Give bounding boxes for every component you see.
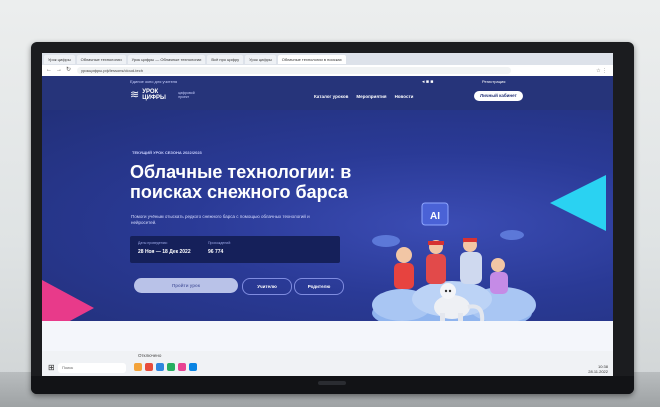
folder-icon[interactable] <box>134 363 142 371</box>
browser-tab[interactable]: Всё про цифру <box>207 54 244 64</box>
cyan-triangle-decoration <box>550 175 606 231</box>
progress-value: 96 774 <box>208 249 224 255</box>
taskbar-search[interactable]: Поиск <box>58 363 126 373</box>
account-button[interactable]: Личный кабинет <box>474 91 523 101</box>
hero-kicker: ТЕКУЩИЙ УРОК СЕЗОНА 2022/2023 <box>132 150 202 155</box>
url-field[interactable]: урокцифры.рф/lessons/cloud-tech <box>77 67 512 74</box>
browser-tab-active[interactable]: Облачные технологии в поисках <box>277 54 346 64</box>
parents-button[interactable]: Родителю <box>294 278 344 295</box>
teachers-button[interactable]: Учителю <box>242 278 292 295</box>
start-lesson-button[interactable]: Пройти урок <box>134 278 238 293</box>
pinned-apps <box>134 363 197 371</box>
progress-label: Прохождений: <box>208 241 232 245</box>
lesson-info-box: Даты проведения: 28 Ноя — 18 Дек 2022 Пр… <box>130 236 340 263</box>
screen: Урок цифры Облачные технологии Урок цифр… <box>42 53 613 376</box>
logo-text: УРОК ЦИФРЫ <box>142 88 166 101</box>
disconnected-notice: Отключено <box>138 353 162 358</box>
hero-description: Помоги учёным отыскать редкого снежного … <box>131 214 310 225</box>
clock-date: 28.11.2022 <box>588 369 608 374</box>
menu-item-events[interactable]: Мероприятия <box>356 94 386 99</box>
app-icon[interactable] <box>145 363 153 371</box>
app-icon[interactable] <box>189 363 197 371</box>
browser-tab-bar: Урок цифры Облачные технологии Урок цифр… <box>42 53 613 65</box>
menu-item-news[interactable]: Новости <box>395 94 414 99</box>
back-icon[interactable]: ← <box>46 65 52 76</box>
system-tray[interactable]: 10:38 28.11.2022 <box>552 364 608 374</box>
progress-column: Прохождений: 96 774 <box>208 241 231 255</box>
header-topline: Единое окно для учителя <box>130 79 178 84</box>
hero-bottom-strip <box>42 321 613 351</box>
browser-tab[interactable]: Облачные технологии <box>76 54 126 64</box>
browser-icon[interactable] <box>156 363 164 371</box>
ai-chip-icon: AI <box>421 202 449 226</box>
browser-tab[interactable]: Урок цифры <box>44 54 75 64</box>
hero-section: ТЕКУЩИЙ УРОК СЕЗОНА 2022/2023 Облачные т… <box>42 110 613 340</box>
dates-value: 28 Ноя — 18 Дек 2022 <box>138 249 191 255</box>
ai-label: AI <box>430 211 440 222</box>
social-icons[interactable]: ◂ ■ ■ <box>422 79 433 85</box>
address-bar: ← → ↻ урокцифры.рф/lessons/cloud-tech ☆ … <box>42 65 613 76</box>
register-link[interactable]: Регистрация <box>482 79 505 84</box>
menu-item-catalog[interactable]: Каталог уроков <box>314 94 348 99</box>
browser-tab[interactable]: Урок цифры — Облачные технологии <box>127 54 206 64</box>
browser-tab[interactable]: Урок цифры <box>245 54 276 64</box>
reload-icon[interactable]: ↻ <box>66 65 71 76</box>
hero-title: Облачные технологии: в поисках снежного … <box>130 162 352 202</box>
main-menu: Каталог уроков Мероприятия Новости <box>314 94 413 99</box>
browser-menu-icon[interactable]: ☆ ⋮ <box>596 68 607 74</box>
site-header: Единое окно для учителя ◂ ■ ■ Регистраци… <box>42 76 613 110</box>
monitor-bezel <box>31 376 634 394</box>
windows-taskbar: Отключено ⊞ Поиск 10:38 28.11.2022 <box>42 351 613 376</box>
start-menu-icon[interactable]: ⊞ <box>48 363 55 372</box>
dates-column: Даты проведения: 28 Ноя — 18 Дек 2022 <box>138 241 191 255</box>
chrome-icon[interactable] <box>167 363 175 371</box>
dates-label: Даты проведения: <box>138 241 168 245</box>
site-logo[interactable]: ≋ УРОК ЦИФРЫ цифровой проект <box>130 88 200 102</box>
app-icon[interactable] <box>178 363 186 371</box>
forward-icon[interactable]: → <box>56 65 62 76</box>
camera-icon <box>318 381 346 385</box>
logo-subtitle: цифровой проект <box>178 90 195 99</box>
logo-icon: ≋ <box>130 89 140 101</box>
